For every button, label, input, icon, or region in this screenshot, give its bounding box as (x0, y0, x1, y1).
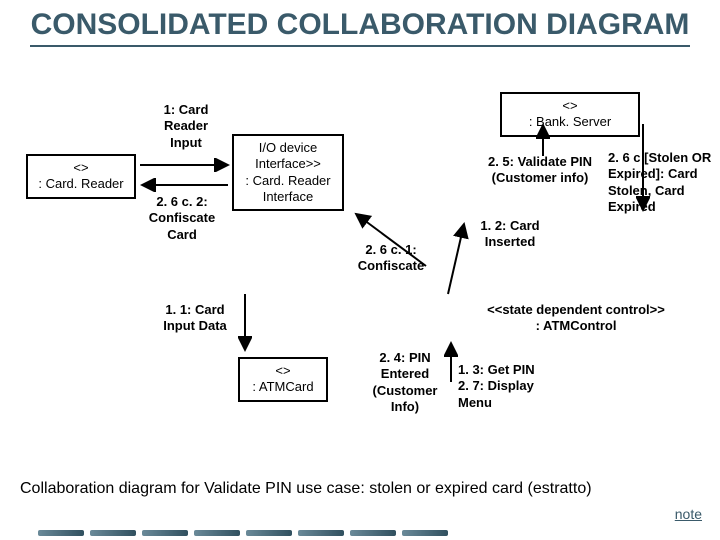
footer-ticks (38, 530, 448, 536)
arrow-interface-to-card-reader (138, 178, 232, 192)
msg-13-27-get-pin-display: 1. 3: Get PIN2. 7: DisplayMenu (458, 362, 568, 411)
msg-24-pin-entered: 2. 4: PINEntered(CustomerInfo) (360, 350, 450, 415)
note-link[interactable]: note (675, 506, 702, 522)
node-atm-control: <<state dependent control>> : ATMControl (486, 302, 666, 335)
msg-11-card-input-data: 1. 1: CardInput Data (156, 302, 234, 335)
diagram-stage: <>: Card. Reader I/O deviceInterface>>: … (0, 92, 720, 472)
node-atm-card: <>: ATMCard (238, 357, 328, 402)
arrow-card-reader-to-interface (138, 158, 232, 172)
page-title: CONSOLIDATED COLLABORATION DIAGRAM (0, 0, 720, 41)
msg-26c1-confiscate: 2. 6 c. 1:Confiscate (346, 242, 436, 275)
msg-1-card-reader-input: 1: CardReaderInput (150, 102, 222, 151)
msg-26c2-confiscate-card: 2. 6 c. 2:ConfiscateCard (140, 194, 224, 243)
node-card-reader-external: <>: Card. Reader (26, 154, 136, 199)
msg-12-card-inserted: 1. 2: CardInserted (468, 218, 552, 251)
diagram-caption: Collaboration diagram for Validate PIN u… (20, 480, 592, 498)
node-io-interface: I/O deviceInterface>>: Card. ReaderInter… (232, 134, 344, 211)
msg-25-validate-pin: 2. 5: Validate PIN(Customer info) (470, 154, 610, 187)
node-bank-server: <>: Bank. Server (500, 92, 640, 137)
msg-26c-stolen-expired: 2. 6 c [Stolen ORExpired]: CardStolen, C… (608, 150, 720, 215)
title-divider (30, 45, 690, 47)
arrow-11-card-input-down (238, 292, 252, 354)
